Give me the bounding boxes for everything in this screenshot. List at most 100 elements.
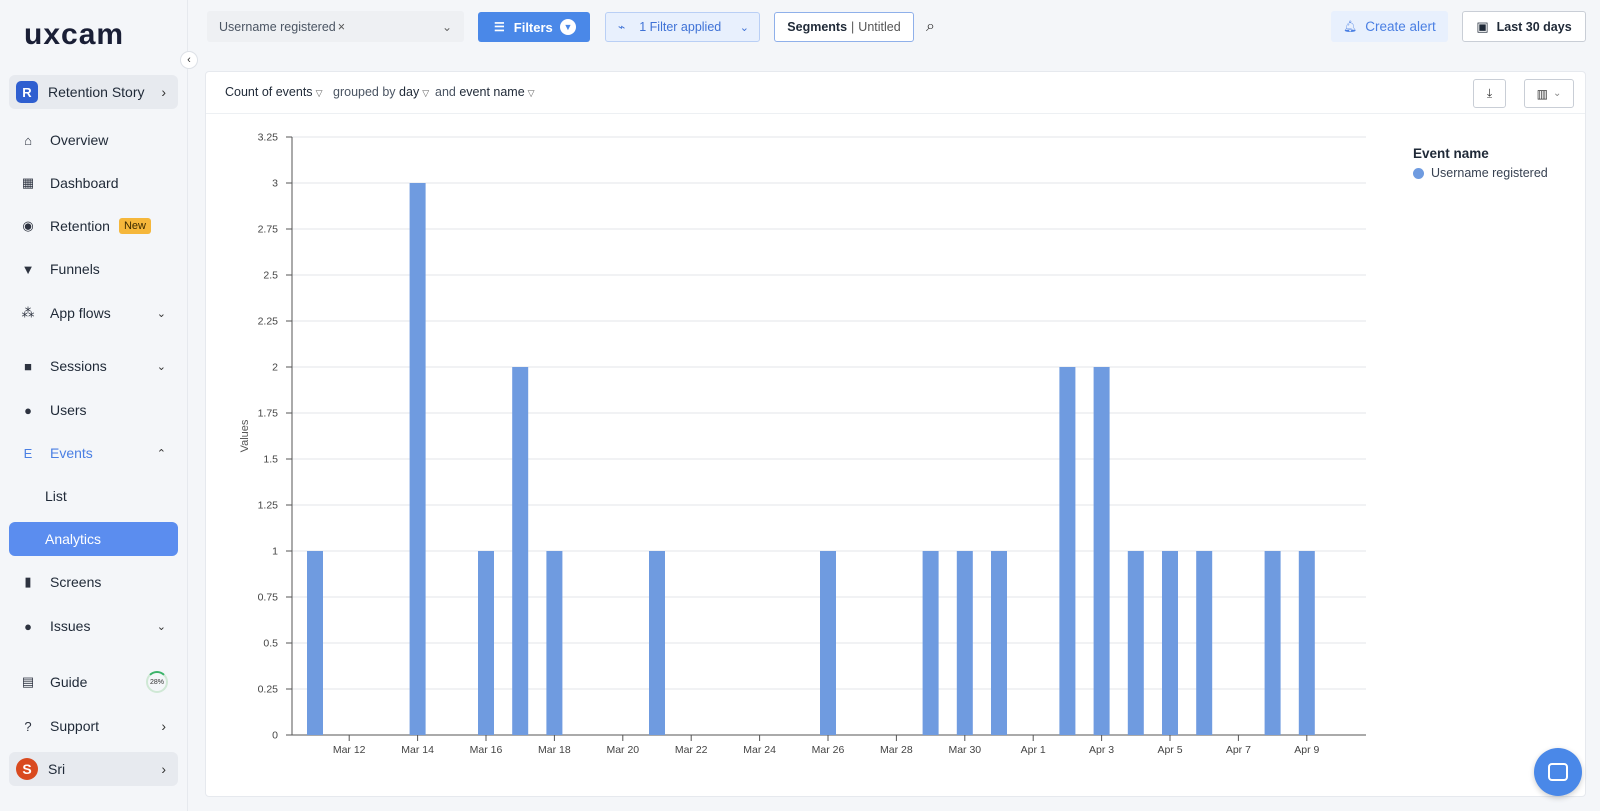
project-switcher[interactable]: R Retention Story › [9, 75, 178, 109]
sidebar-item-retention[interactable]: ◉ Retention New [9, 209, 178, 243]
segments-value: Untitled [858, 20, 901, 34]
guide-progress: 28% [146, 671, 168, 693]
bar [922, 551, 939, 735]
filters-button[interactable]: ☰ Filters ▼ [478, 12, 590, 42]
x-tick-label: Mar 22 [675, 744, 708, 756]
retention-icon: ◉ [22, 218, 34, 233]
sidebar-item-label: Issues [50, 618, 91, 634]
sidebar-item-label: Sessions [50, 358, 107, 374]
separator: | [851, 20, 855, 34]
sidebar-item-issues[interactable]: ● Issues ⌄ [9, 609, 178, 643]
users-icon: ● [24, 402, 32, 418]
segments-button[interactable]: Segments | Untitled [774, 12, 914, 42]
y-tick-label: 0.5 [263, 638, 278, 650]
support-icon: ? [24, 718, 32, 734]
dashboard-icon: ▦ [21, 175, 35, 190]
y-tick-label: 1.25 [258, 500, 279, 512]
create-alert-button[interactable]: 🔔︎ Create alert [1331, 11, 1448, 42]
project-name: Retention Story [48, 84, 145, 100]
y-tick-label: 0 [272, 730, 278, 742]
x-tick-label: Apr 3 [1089, 744, 1114, 756]
new-badge: New [118, 218, 151, 234]
events-icon: E [23, 445, 33, 461]
chevron-right-icon: › [161, 718, 166, 734]
bar [546, 551, 563, 735]
x-tick-label: Apr 9 [1294, 744, 1319, 756]
sidebar-item-label: Guide [50, 674, 88, 690]
user-menu[interactable]: S Sri › [9, 752, 178, 786]
clear-icon[interactable]: × [338, 20, 345, 34]
bar [1059, 367, 1076, 735]
chevron-down-icon: ⌄ [156, 620, 166, 633]
sidebar-item-analytics[interactable]: Analytics [9, 522, 178, 556]
sidebar-item-label: Support [50, 718, 100, 734]
bar [1162, 551, 1178, 735]
guide-icon: ▤ [21, 674, 35, 689]
bar [478, 551, 494, 735]
date-range-label: Last 30 days [1496, 19, 1572, 34]
filters-applied-button[interactable]: ⌁ 1 Filter applied ⌄ [605, 12, 760, 42]
x-tick-label: Apr 7 [1226, 744, 1251, 756]
collapse-sidebar-button[interactable]: ‹ [180, 51, 198, 69]
event-select[interactable]: Username registered × ⌄ [207, 11, 464, 42]
legend-item[interactable]: Username registered [1413, 166, 1548, 180]
sidebar: uxcam R Retention Story › ⌂ Overview ▦ D… [0, 0, 188, 811]
sidebar-item-label: Users [50, 402, 87, 418]
sidebar-item-label: Events [50, 445, 93, 461]
x-tick-label: Mar 24 [743, 744, 776, 756]
home-icon: ⌂ [24, 132, 32, 148]
sidebar-item-dashboard[interactable]: ▦ Dashboard [9, 166, 178, 200]
y-tick-label: 3.25 [258, 132, 279, 144]
sidebar-item-sessions[interactable]: ■ Sessions ⌄ [9, 349, 178, 383]
chevron-down-icon: ⌄ [156, 360, 166, 373]
video-icon: ■ [24, 358, 32, 374]
search-icon[interactable]: ⌕ [926, 18, 935, 36]
filters-label: Filters [513, 19, 553, 35]
bar [649, 551, 665, 735]
funnel-icon: ▼ [21, 261, 35, 277]
chevron-right-icon: › [161, 761, 166, 777]
sidebar-item-app-flows[interactable]: ⁂ App flows ⌄ [9, 296, 178, 330]
sidebar-item-label: List [45, 488, 67, 504]
sidebar-item-label: Retention [50, 218, 110, 234]
y-axis-label: Values [239, 419, 251, 452]
bar [1298, 551, 1315, 735]
sidebar-item-label: Screens [50, 574, 102, 590]
tag-icon: ⌁ [618, 20, 626, 34]
legend-dot [1413, 167, 1424, 179]
sidebar-item-screens[interactable]: ▮ Screens [9, 565, 178, 599]
y-tick-label: 2.5 [263, 270, 278, 282]
user-name: Sri [48, 761, 66, 777]
sidebar-item-label: App flows [50, 305, 111, 321]
bar [991, 551, 1007, 735]
alert-icon: ● [24, 618, 32, 634]
chart-panel: Count of events ▽ grouped by day ▽ and eve… [205, 71, 1586, 797]
sidebar-item-label: Overview [50, 132, 109, 148]
bar [820, 551, 836, 735]
bar [1127, 551, 1144, 735]
uxcam-logo[interactable]: uxcam [24, 18, 124, 52]
date-range-button[interactable]: ▣ Last 30 days [1462, 11, 1586, 42]
screen-icon: ▮ [24, 574, 32, 589]
legend-label: Username registered [1431, 166, 1548, 180]
sidebar-item-events[interactable]: E Events ⌃ [9, 436, 178, 470]
flows-icon: ⁂ [21, 305, 35, 320]
bar [956, 551, 973, 735]
chat-support-button[interactable] [1534, 748, 1582, 796]
sidebar-item-support[interactable]: ? Support › [9, 709, 178, 743]
chevron-right-icon: › [161, 84, 166, 100]
sidebar-item-list[interactable]: List [9, 479, 178, 513]
sidebar-item-users[interactable]: ● Users [9, 393, 178, 427]
bell-icon: 🔔︎ [1343, 21, 1358, 33]
chevron-up-icon: ⌃ [156, 447, 166, 460]
sidebar-item-guide[interactable]: ▤ Guide 28% [9, 665, 178, 699]
y-tick-label: 0.75 [258, 592, 279, 604]
x-tick-label: Mar 18 [538, 744, 571, 756]
y-tick-label: 1.5 [263, 454, 278, 466]
chevron-down-icon: ⌄ [156, 307, 166, 320]
x-tick-label: Mar 30 [948, 744, 981, 756]
x-tick-label: Apr 5 [1157, 744, 1182, 756]
avatar: S [16, 758, 38, 780]
sidebar-item-funnels[interactable]: ▼ Funnels [9, 252, 178, 286]
sidebar-item-overview[interactable]: ⌂ Overview [9, 123, 178, 157]
